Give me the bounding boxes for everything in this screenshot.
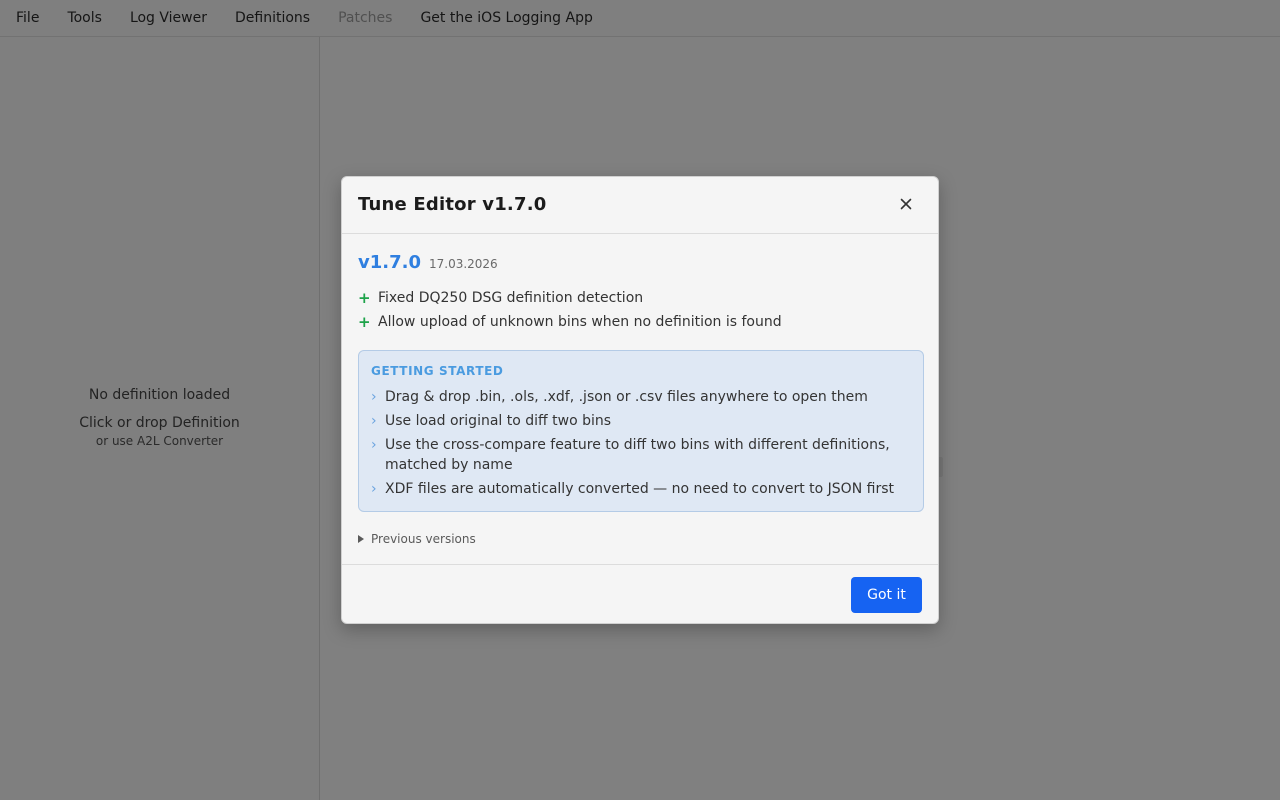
chevron-right-icon: ›: [371, 481, 377, 497]
dialog-header: Tune Editor v1.7.0: [342, 177, 938, 234]
list-item: › Use the cross-compare feature to diff …: [371, 435, 911, 475]
release-date: 17.03.2026: [428, 257, 498, 271]
close-button[interactable]: [894, 192, 918, 216]
menu-definitions[interactable]: Definitions: [235, 10, 310, 26]
tip-text: Drag & drop .bin, .ols, .xdf, .json or .…: [385, 389, 868, 405]
dialog-title: Tune Editor v1.7.0: [358, 194, 547, 215]
tip-text: Use the cross-compare feature to diff tw…: [385, 437, 890, 473]
getting-started-title: GETTING STARTED: [371, 364, 504, 378]
sidebar-empty-state: No definition loaded Click or drop Defin…: [0, 385, 319, 449]
menu-tools[interactable]: Tools: [67, 10, 102, 26]
previous-versions-toggle[interactable]: Previous versions: [358, 532, 476, 546]
list-item: › XDF files are automatically converted …: [371, 479, 911, 499]
list-item: + Fixed DQ250 DSG definition detection: [358, 286, 782, 310]
menu-patches: Patches: [338, 10, 393, 26]
changelog-dialog: Tune Editor v1.7.0 v1.7.0 17.03.2026 + F…: [341, 176, 939, 624]
change-list: + Fixed DQ250 DSG definition detection +…: [358, 286, 782, 334]
plus-icon: +: [358, 289, 371, 307]
change-text: Allow upload of unknown bins when no def…: [378, 314, 782, 330]
version-label: v1.7.0: [358, 252, 421, 273]
menu-get-ios-app[interactable]: Get the iOS Logging App: [420, 10, 592, 26]
dialog-body: v1.7.0 17.03.2026 + Fixed DQ250 DSG defi…: [342, 234, 938, 564]
a2l-converter-link[interactable]: or use A2L Converter: [0, 433, 319, 449]
menu-bar: File Tools Log Viewer Definitions Patche…: [0, 0, 1280, 37]
list-item: › Use load original to diff two bins: [371, 411, 911, 431]
getting-started-panel: GETTING STARTED › Drag & drop .bin, .ols…: [358, 350, 924, 512]
menu-file[interactable]: File: [16, 10, 39, 26]
tip-text: XDF files are automatically converted — …: [385, 481, 894, 497]
menu-log-viewer[interactable]: Log Viewer: [130, 10, 207, 26]
getting-started-list: › Drag & drop .bin, .ols, .xdf, .json or…: [371, 387, 911, 503]
drop-definition-target[interactable]: Click or drop Definition: [0, 413, 319, 433]
previous-versions-label: Previous versions: [371, 532, 476, 546]
plus-icon: +: [358, 313, 371, 331]
list-item: + Allow upload of unknown bins when no d…: [358, 310, 782, 334]
chevron-right-icon: ›: [371, 437, 377, 453]
list-item: › Drag & drop .bin, .ols, .xdf, .json or…: [371, 387, 911, 407]
definition-sidebar: No definition loaded Click or drop Defin…: [0, 37, 320, 800]
chevron-right-icon: ›: [371, 389, 377, 405]
dialog-footer: Got it: [342, 564, 938, 624]
version-row: v1.7.0 17.03.2026: [358, 252, 498, 274]
tip-text: Use load original to diff two bins: [385, 413, 612, 429]
got-it-button[interactable]: Got it: [851, 577, 922, 613]
close-icon: [900, 198, 912, 210]
disclosure-triangle-icon: [358, 535, 364, 543]
no-definition-label: No definition loaded: [88, 387, 231, 403]
chevron-right-icon: ›: [371, 413, 377, 429]
change-text: Fixed DQ250 DSG definition detection: [378, 290, 644, 306]
